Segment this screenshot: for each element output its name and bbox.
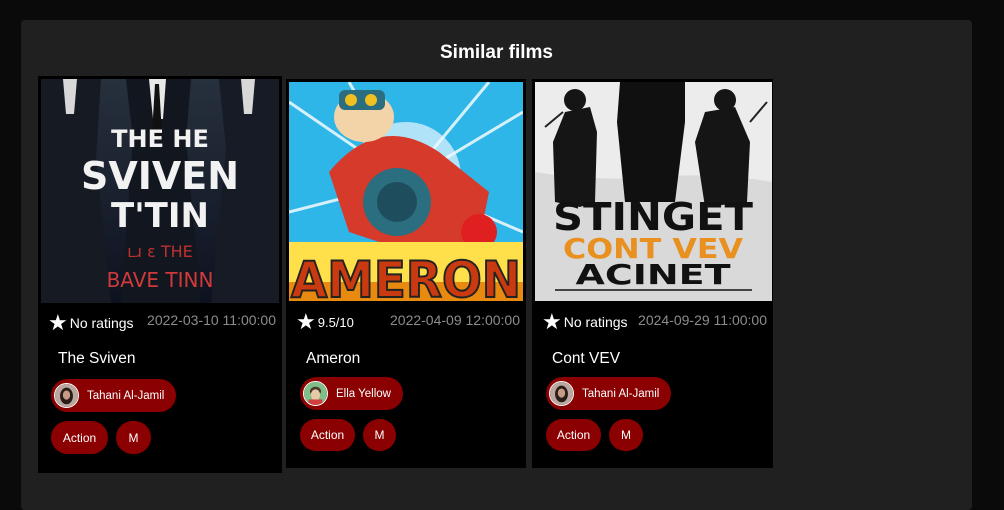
tag-action[interactable]: Action (51, 421, 108, 454)
star-icon: ★ (542, 309, 562, 334)
poster-line: ACINET (576, 258, 731, 291)
director-chip[interactable]: Ella Yellow (300, 377, 403, 410)
poster-line: AMERON (291, 251, 521, 301)
film-date: 2024-09-29 11:00:00 (638, 312, 767, 328)
director-name: Ella Yellow (336, 387, 391, 400)
tag-rating[interactable]: M (609, 419, 643, 451)
director-name: Tahani Al-Jamil (87, 389, 165, 402)
film-meta: ★ No ratings 2024-09-29 11:00:00 (532, 311, 773, 333)
film-title[interactable]: Cont VEV (552, 350, 620, 368)
film-card[interactable]: STINGET CONT VEV ACINET ★ No ratings 2024… (532, 79, 773, 468)
rating-text: No ratings (69, 315, 134, 331)
director-chip[interactable]: Tahani Al-Jamil (546, 377, 672, 410)
poster-line: THE HE (111, 125, 209, 153)
tag-action[interactable]: Action (546, 419, 601, 451)
poster-line: SVIVEN (81, 154, 239, 198)
film-rating: ★ No ratings (48, 312, 134, 334)
film-poster[interactable]: AMERON (289, 82, 523, 301)
film-date: 2022-04-09 12:00:00 (390, 312, 520, 328)
tag-action[interactable]: Action (300, 419, 355, 451)
rating-text: No ratings (563, 314, 628, 330)
film-rating: ★ 9.5/10 (296, 311, 354, 333)
poster-line: T'TIN (111, 196, 209, 236)
film-date: 2022-03-10 11:00:00 (147, 312, 276, 328)
film-poster[interactable]: STINGET CONT VEV ACINET (535, 82, 772, 301)
section-title: Similar films (440, 42, 553, 63)
star-icon: ★ (296, 309, 316, 334)
film-card[interactable]: THE HE SVIVEN T'TIN ʟɹ ɛ THE BAVE TINN ★… (38, 76, 282, 473)
tag-rating[interactable]: M (363, 419, 396, 451)
poster-line: ʟɹ ɛ THE (127, 242, 192, 261)
rating-text: 9.5/10 (317, 314, 354, 330)
avatar (549, 381, 574, 406)
film-poster[interactable]: THE HE SVIVEN T'TIN ʟɹ ɛ THE BAVE TINN (41, 79, 279, 303)
avatar (303, 381, 328, 406)
director-name: Tahani Al-Jamil (582, 387, 660, 400)
director-chip[interactable]: Tahani Al-Jamil (51, 379, 177, 412)
film-meta: ★ 9.5/10 2022-04-09 12:00:00 (286, 311, 526, 333)
star-icon: ★ (48, 310, 68, 335)
film-title[interactable]: The Sviven (58, 350, 136, 368)
tag-rating[interactable]: M (116, 421, 151, 454)
avatar (54, 383, 79, 408)
film-title[interactable]: Ameron (306, 350, 360, 368)
film-meta: ★ No ratings 2022-03-10 11:00:00 (38, 312, 282, 334)
poster-line: BAVE TINN (107, 268, 214, 292)
film-rating: ★ No ratings (542, 311, 628, 333)
film-card[interactable]: AMERON ★ 9.5/10 2022-04-09 12:00:00 Amero… (286, 79, 526, 468)
